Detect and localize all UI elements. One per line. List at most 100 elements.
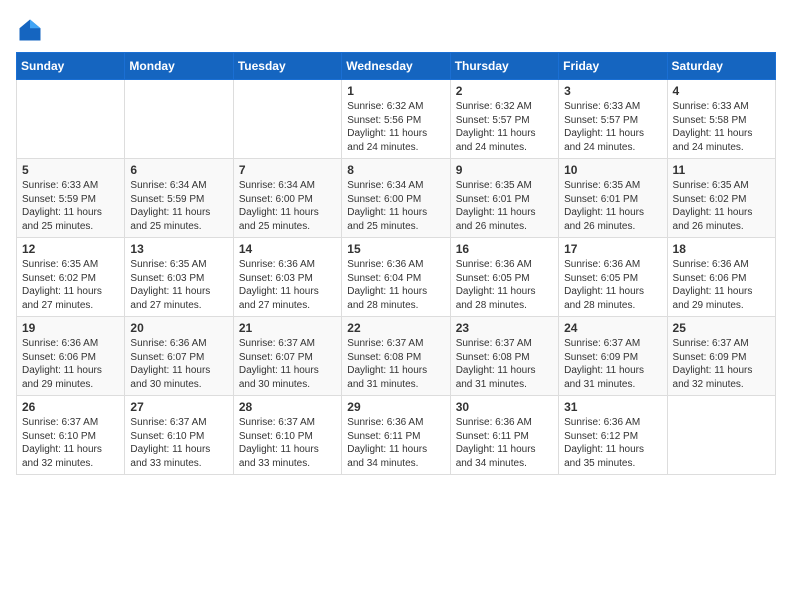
- page-header: [16, 16, 776, 44]
- calendar-cell: 25 Sunrise: 6:37 AM Sunset: 6:09 PM Dayli…: [667, 317, 775, 396]
- calendar-week-row: 19Sunrise: 6:36 AM Sunset: 6:06 PM Dayli…: [17, 317, 776, 396]
- day-number: 7: [239, 163, 336, 177]
- day-info: Sunrise: 6:37 AM Sunset: 6:10 PM Dayligh…: [22, 416, 119, 470]
- calendar-cell: [125, 80, 233, 159]
- calendar-cell: [667, 396, 775, 475]
- calendar-cell: 8 Sunrise: 6:34 AM Sunset: 6:00 PM Daylig…: [342, 159, 450, 238]
- day-info: Sunrise: 6:35 AM Sunset: 6:01 PM Dayligh…: [456, 179, 553, 233]
- day-number: 21: [239, 321, 336, 335]
- day-info: Sunrise: 6:36 AM Sunset: 6:11 PM Dayligh…: [347, 416, 444, 470]
- day-info: Sunrise: 6:34 AM Sunset: 6:00 PM Dayligh…: [347, 179, 444, 233]
- day-info: Sunrise: 6:33 AM Sunset: 5:59 PM Dayligh…: [22, 179, 119, 233]
- calendar-cell: 20 Sunrise: 6:36 AM Sunset: 6:07 PM Dayli…: [125, 317, 233, 396]
- calendar-day-header: Thursday: [450, 53, 558, 80]
- calendar-cell: 6 Sunrise: 6:34 AM Sunset: 5:59 PM Daylig…: [125, 159, 233, 238]
- logo: [16, 16, 48, 44]
- day-info: Sunrise: 6:36 AM Sunset: 6:05 PM Dayligh…: [564, 258, 661, 312]
- calendar-day-header: Monday: [125, 53, 233, 80]
- calendar-week-row: 26 Sunrise: 6:37 AM Sunset: 6:10 PM Dayli…: [17, 396, 776, 475]
- calendar-cell: 11 Sunrise: 6:35 AM Sunset: 6:02 PM Dayli…: [667, 159, 775, 238]
- day-info: Sunrise: 6:37 AM Sunset: 6:08 PM Dayligh…: [347, 337, 444, 391]
- calendar-cell: 17 Sunrise: 6:36 AM Sunset: 6:05 PM Dayli…: [559, 238, 667, 317]
- day-info: Sunrise: 6:36 AM Sunset: 6:07 PM Dayligh…: [130, 337, 227, 391]
- calendar-week-row: 5 Sunrise: 6:33 AM Sunset: 5:59 PM Daylig…: [17, 159, 776, 238]
- calendar-cell: 21 Sunrise: 6:37 AM Sunset: 6:07 PM Dayli…: [233, 317, 341, 396]
- day-number: 5: [22, 163, 119, 177]
- calendar-cell: 3 Sunrise: 6:33 AM Sunset: 5:57 PM Daylig…: [559, 80, 667, 159]
- calendar-cell: 23 Sunrise: 6:37 AM Sunset: 6:08 PM Dayli…: [450, 317, 558, 396]
- calendar-cell: 31 Sunrise: 6:36 AM Sunset: 6:12 PM Dayli…: [559, 396, 667, 475]
- calendar-cell: 27 Sunrise: 6:37 AM Sunset: 6:10 PM Dayli…: [125, 396, 233, 475]
- day-info: Sunrise: 6:34 AM Sunset: 5:59 PM Dayligh…: [130, 179, 227, 233]
- day-info: Sunrise: 6:36 AM Sunset: 6:06 PM Dayligh…: [673, 258, 770, 312]
- day-number: 18: [673, 242, 770, 256]
- calendar-cell: 12 Sunrise: 6:35 AM Sunset: 6:02 PM Dayli…: [17, 238, 125, 317]
- calendar-day-header: Sunday: [17, 53, 125, 80]
- calendar-cell: 29 Sunrise: 6:36 AM Sunset: 6:11 PM Dayli…: [342, 396, 450, 475]
- day-number: 16: [456, 242, 553, 256]
- day-number: 24: [564, 321, 661, 335]
- day-info: Sunrise: 6:32 AM Sunset: 5:56 PM Dayligh…: [347, 100, 444, 154]
- day-number: 3: [564, 84, 661, 98]
- day-info: Sunrise: 6:36 AM Sunset: 6:11 PM Dayligh…: [456, 416, 553, 470]
- day-number: 10: [564, 163, 661, 177]
- logo-icon: [16, 16, 44, 44]
- calendar-cell: 24 Sunrise: 6:37 AM Sunset: 6:09 PM Dayli…: [559, 317, 667, 396]
- calendar-cell: 30 Sunrise: 6:36 AM Sunset: 6:11 PM Dayli…: [450, 396, 558, 475]
- day-number: 6: [130, 163, 227, 177]
- calendar-cell: 10 Sunrise: 6:35 AM Sunset: 6:01 PM Dayli…: [559, 159, 667, 238]
- day-info: Sunrise: 6:35 AM Sunset: 6:01 PM Dayligh…: [564, 179, 661, 233]
- calendar-day-header: Friday: [559, 53, 667, 80]
- day-number: 2: [456, 84, 553, 98]
- day-number: 4: [673, 84, 770, 98]
- calendar-cell: 7Sunrise: 6:34 AM Sunset: 6:00 PM Daylig…: [233, 159, 341, 238]
- calendar-cell: 22 Sunrise: 6:37 AM Sunset: 6:08 PM Dayli…: [342, 317, 450, 396]
- day-info: Sunrise: 6:37 AM Sunset: 6:10 PM Dayligh…: [130, 416, 227, 470]
- calendar-cell: 15 Sunrise: 6:36 AM Sunset: 6:04 PM Dayli…: [342, 238, 450, 317]
- calendar-cell: 1Sunrise: 6:32 AM Sunset: 5:56 PM Daylig…: [342, 80, 450, 159]
- day-info: Sunrise: 6:33 AM Sunset: 5:57 PM Dayligh…: [564, 100, 661, 154]
- day-info: Sunrise: 6:37 AM Sunset: 6:09 PM Dayligh…: [564, 337, 661, 391]
- day-info: Sunrise: 6:35 AM Sunset: 6:02 PM Dayligh…: [673, 179, 770, 233]
- day-info: Sunrise: 6:36 AM Sunset: 6:06 PM Dayligh…: [22, 337, 119, 391]
- day-info: Sunrise: 6:36 AM Sunset: 6:04 PM Dayligh…: [347, 258, 444, 312]
- day-number: 25: [673, 321, 770, 335]
- day-number: 27: [130, 400, 227, 414]
- day-number: 20: [130, 321, 227, 335]
- day-number: 9: [456, 163, 553, 177]
- day-number: 8: [347, 163, 444, 177]
- calendar-week-row: 1Sunrise: 6:32 AM Sunset: 5:56 PM Daylig…: [17, 80, 776, 159]
- day-info: Sunrise: 6:37 AM Sunset: 6:09 PM Dayligh…: [673, 337, 770, 391]
- calendar-table: SundayMondayTuesdayWednesdayThursdayFrid…: [16, 52, 776, 475]
- day-info: Sunrise: 6:36 AM Sunset: 6:03 PM Dayligh…: [239, 258, 336, 312]
- day-number: 22: [347, 321, 444, 335]
- calendar-cell: 16Sunrise: 6:36 AM Sunset: 6:05 PM Dayli…: [450, 238, 558, 317]
- day-number: 26: [22, 400, 119, 414]
- calendar-day-header: Saturday: [667, 53, 775, 80]
- calendar-cell: 18 Sunrise: 6:36 AM Sunset: 6:06 PM Dayli…: [667, 238, 775, 317]
- day-number: 15: [347, 242, 444, 256]
- calendar-cell: 4Sunrise: 6:33 AM Sunset: 5:58 PM Daylig…: [667, 80, 775, 159]
- calendar-cell: 19Sunrise: 6:36 AM Sunset: 6:06 PM Dayli…: [17, 317, 125, 396]
- calendar-cell: 5 Sunrise: 6:33 AM Sunset: 5:59 PM Daylig…: [17, 159, 125, 238]
- day-number: 12: [22, 242, 119, 256]
- calendar-header-row: SundayMondayTuesdayWednesdayThursdayFrid…: [17, 53, 776, 80]
- day-info: Sunrise: 6:35 AM Sunset: 6:03 PM Dayligh…: [130, 258, 227, 312]
- day-number: 14: [239, 242, 336, 256]
- day-number: 13: [130, 242, 227, 256]
- day-info: Sunrise: 6:37 AM Sunset: 6:08 PM Dayligh…: [456, 337, 553, 391]
- calendar-cell: 14 Sunrise: 6:36 AM Sunset: 6:03 PM Dayli…: [233, 238, 341, 317]
- day-number: 23: [456, 321, 553, 335]
- day-number: 30: [456, 400, 553, 414]
- day-number: 11: [673, 163, 770, 177]
- day-info: Sunrise: 6:36 AM Sunset: 6:12 PM Dayligh…: [564, 416, 661, 470]
- day-info: Sunrise: 6:35 AM Sunset: 6:02 PM Dayligh…: [22, 258, 119, 312]
- calendar-cell: [233, 80, 341, 159]
- day-info: Sunrise: 6:37 AM Sunset: 6:07 PM Dayligh…: [239, 337, 336, 391]
- calendar-day-header: Wednesday: [342, 53, 450, 80]
- calendar-cell: 26 Sunrise: 6:37 AM Sunset: 6:10 PM Dayli…: [17, 396, 125, 475]
- day-number: 17: [564, 242, 661, 256]
- day-info: Sunrise: 6:37 AM Sunset: 6:10 PM Dayligh…: [239, 416, 336, 470]
- day-number: 31: [564, 400, 661, 414]
- day-number: 29: [347, 400, 444, 414]
